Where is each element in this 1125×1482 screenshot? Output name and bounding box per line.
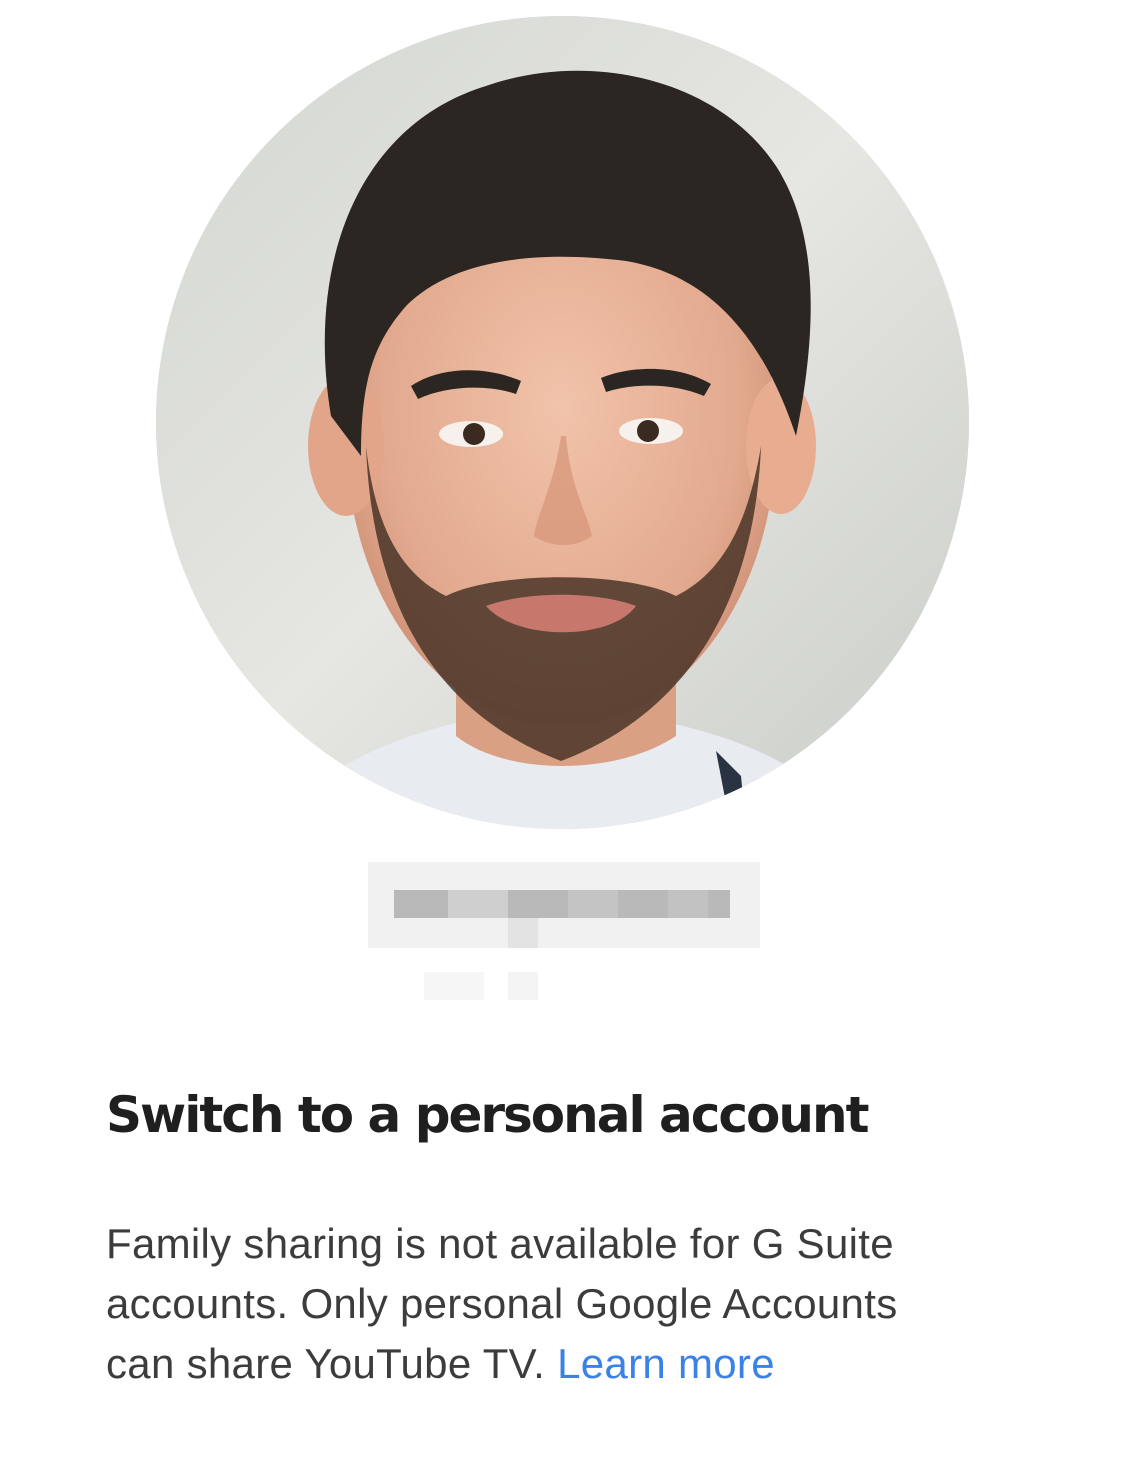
description-line: Family sharing is not available for G Su… [106,1220,894,1267]
redacted-account-email [368,862,760,1002]
description-line: accounts. Only personal Google Accounts [106,1280,898,1327]
learn-more-link[interactable]: Learn more [557,1340,775,1387]
profile-avatar [156,16,969,829]
profile-photo [156,16,969,829]
description-text: Family sharing is not available for G Su… [106,1214,1026,1394]
description-line-with-link: can share YouTube TV. Learn more [106,1334,1026,1394]
description-line: can share YouTube TV. [106,1340,546,1387]
page-title: Switch to a personal account [106,1086,870,1144]
